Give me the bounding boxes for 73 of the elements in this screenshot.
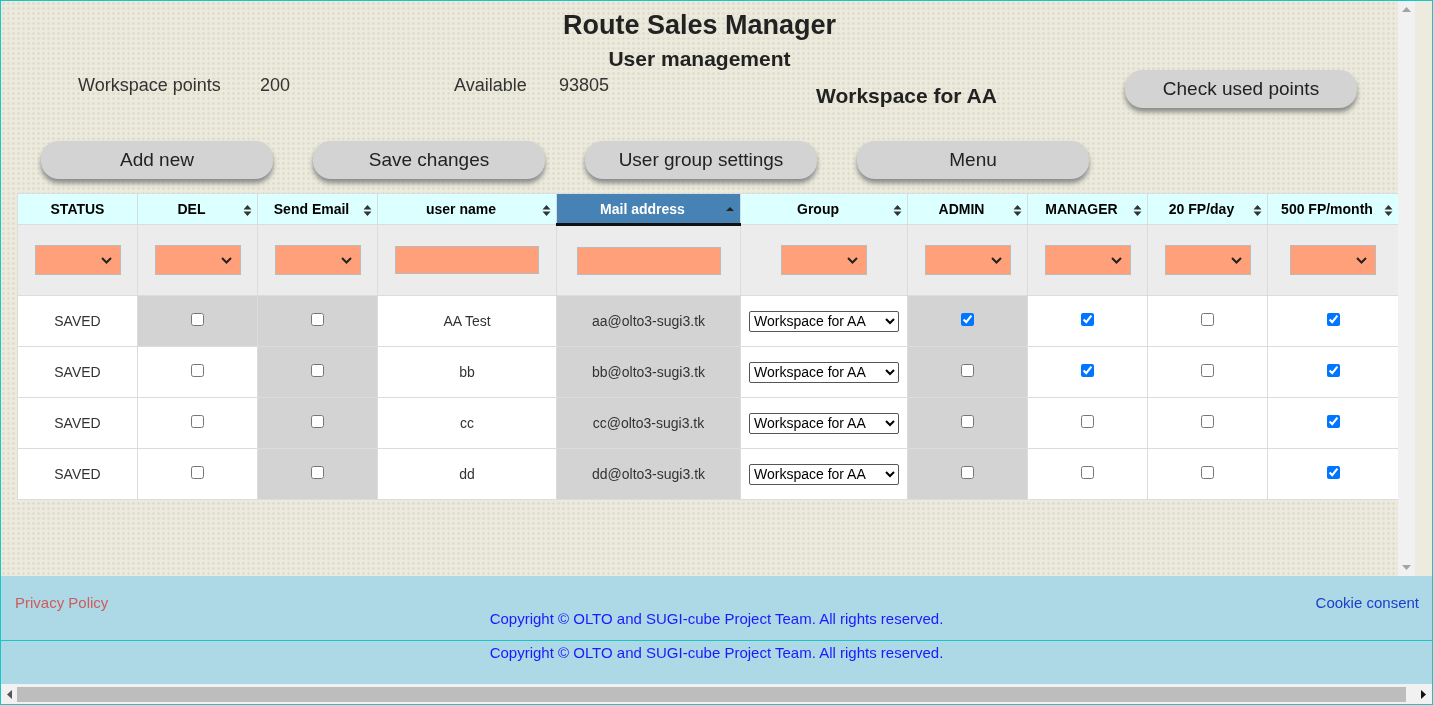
column-header[interactable]: DEL bbox=[137, 193, 258, 225]
chevron-down-icon bbox=[220, 256, 232, 264]
horizontal-scrollbar[interactable] bbox=[1, 684, 1432, 704]
checkbox[interactable] bbox=[1081, 466, 1094, 479]
vertical-scrollbar[interactable] bbox=[1398, 1, 1415, 577]
checkbox[interactable] bbox=[1326, 364, 1340, 377]
action-button[interactable]: User group settings bbox=[585, 141, 817, 179]
chevron-down-icon bbox=[1230, 256, 1242, 264]
scroll-up-icon[interactable] bbox=[1402, 7, 1411, 12]
table-cell: cc bbox=[377, 397, 557, 449]
filter-input[interactable] bbox=[395, 246, 539, 274]
scroll-down-icon[interactable] bbox=[1402, 565, 1411, 571]
scrollbar-thumb[interactable] bbox=[17, 686, 1406, 702]
available-value: 93805 bbox=[559, 75, 611, 96]
available-label: Available bbox=[454, 75, 528, 96]
workspace-name: Workspace for AA bbox=[816, 84, 998, 108]
column-header[interactable]: user name bbox=[377, 193, 557, 225]
group-dropdown[interactable]: Workspace for AA bbox=[749, 361, 899, 383]
checkbox[interactable] bbox=[1081, 313, 1094, 326]
checkbox[interactable] bbox=[1081, 364, 1094, 377]
checkbox[interactable] bbox=[191, 364, 204, 377]
column-header[interactable]: STATUS bbox=[17, 193, 138, 225]
checkbox[interactable] bbox=[1326, 466, 1340, 479]
group-dropdown[interactable]: Workspace for AA bbox=[749, 463, 899, 485]
checkbox[interactable] bbox=[1201, 415, 1214, 428]
action-button[interactable]: Menu bbox=[857, 141, 1089, 179]
group-dropdown[interactable]: Workspace for AA bbox=[749, 412, 899, 434]
chevron-down-icon bbox=[340, 256, 352, 264]
checkbox[interactable] bbox=[1201, 466, 1214, 479]
column-header[interactable]: Send Email bbox=[257, 193, 378, 225]
table-cell: SAVED bbox=[17, 295, 138, 347]
app-title: Route Sales Manager bbox=[561, 9, 838, 42]
table-cell: SAVED bbox=[17, 346, 138, 398]
chevron-down-icon bbox=[990, 256, 1002, 264]
action-button[interactable]: Add new bbox=[41, 141, 273, 179]
table-cell: SAVED bbox=[17, 397, 138, 449]
chevron-down-icon bbox=[847, 256, 858, 264]
points-label: Workspace points bbox=[78, 75, 222, 96]
scroll-left-icon[interactable] bbox=[7, 689, 12, 699]
table-cell: AA Test bbox=[377, 295, 557, 347]
checkbox[interactable] bbox=[191, 466, 204, 479]
checkbox[interactable] bbox=[191, 415, 204, 428]
checkbox[interactable] bbox=[1081, 415, 1094, 428]
table-cell: dd@olto3-sugi3.tk bbox=[556, 448, 741, 500]
filter-input[interactable] bbox=[576, 246, 721, 275]
table-cell: bb@olto3-sugi3.tk bbox=[556, 346, 741, 398]
group-dropdown[interactable]: Workspace for AA bbox=[749, 310, 899, 332]
table-cell: SAVED bbox=[17, 448, 138, 500]
table-cell: dd bbox=[377, 448, 557, 500]
page-subtitle: User management bbox=[607, 46, 792, 72]
copyright-text: Copyright © OLTO and SUGI-cube Project Team. All rights reserved. bbox=[488, 644, 945, 662]
table-cell: cc@olto3-sugi3.tk bbox=[556, 397, 741, 449]
column-header[interactable]: Group bbox=[740, 193, 908, 225]
column-header[interactable]: Mail address bbox=[556, 193, 741, 225]
column-header[interactable]: 500 FP/month bbox=[1267, 193, 1399, 225]
column-header[interactable]: MANAGER bbox=[1027, 193, 1148, 225]
checkbox[interactable] bbox=[1201, 313, 1214, 326]
scroll-right-icon[interactable] bbox=[1421, 689, 1426, 699]
checkbox[interactable] bbox=[1326, 415, 1340, 428]
chevron-down-icon bbox=[100, 256, 112, 264]
checkbox[interactable] bbox=[1201, 364, 1214, 377]
checkbox[interactable] bbox=[1326, 313, 1340, 326]
table-cell: aa@olto3-sugi3.tk bbox=[556, 295, 741, 347]
chevron-down-icon bbox=[1356, 256, 1367, 264]
column-header[interactable]: 20 FP/day bbox=[1147, 193, 1268, 225]
points-value: 200 bbox=[260, 75, 292, 96]
chevron-down-icon bbox=[1110, 256, 1122, 264]
check-points-button[interactable]: Check used points bbox=[1125, 70, 1357, 108]
action-button[interactable]: Save changes bbox=[313, 141, 545, 179]
cookie-consent-link[interactable]: Cookie consent bbox=[1315, 594, 1419, 612]
table-cell: bb bbox=[377, 346, 557, 398]
column-header[interactable]: ADMIN bbox=[907, 193, 1028, 225]
copyright-text: Copyright © OLTO and SUGI-cube Project Team. All rights reserved. bbox=[1, 610, 1432, 642]
